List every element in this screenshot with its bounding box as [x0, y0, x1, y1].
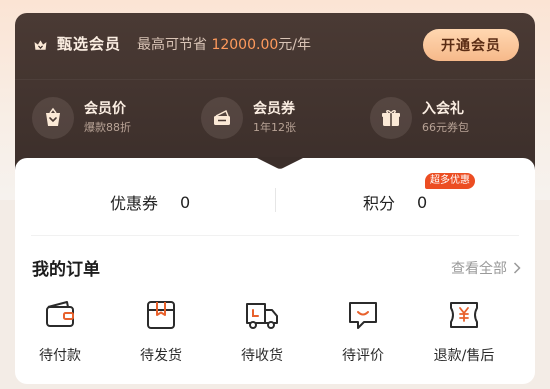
save-unit: 元/年	[278, 37, 311, 53]
heart-bag-icon	[32, 97, 74, 139]
membership-divider	[15, 79, 535, 80]
comment-icon	[349, 302, 377, 329]
order-pending-receipt[interactable]: 待收货	[218, 298, 306, 365]
benefit-join-gift[interactable]: 入会礼 66元券包	[370, 94, 469, 142]
membership-title: 甄选会员	[57, 35, 122, 53]
order-label: 待收货	[241, 348, 283, 364]
stat-divider	[275, 188, 276, 212]
benefit-subtitle: 爆款88折	[84, 121, 131, 134]
points-stat[interactable]: 积分 0	[363, 191, 428, 214]
view-all-label: 查看全部	[451, 261, 507, 277]
coupon-label: 优惠券	[110, 194, 159, 213]
order-refund-aftersale[interactable]: 退款/售后	[420, 298, 508, 365]
save-amount: 12000.00	[211, 37, 279, 53]
points-value: 0	[417, 192, 428, 212]
benefit-title: 入会礼	[422, 101, 464, 117]
gift-box-icon	[370, 97, 412, 139]
order-pending-payment[interactable]: 待付款	[16, 298, 104, 365]
coupon-ticket-icon	[201, 97, 243, 139]
coupon-stat[interactable]: 优惠券 0	[110, 191, 191, 214]
save-prefix: 最高可节省	[137, 37, 207, 53]
card-notch	[255, 157, 305, 169]
wallet-icon	[46, 301, 74, 327]
crown-icon	[34, 40, 47, 50]
refund-icon	[450, 302, 478, 328]
chevron-right-icon	[513, 262, 521, 274]
benefit-subtitle: 66元券包	[422, 121, 469, 134]
view-all-orders-link[interactable]: 查看全部	[451, 258, 521, 278]
orders-title: 我的订单	[32, 260, 100, 280]
truck-icon	[246, 303, 278, 329]
benefit-title: 会员价	[84, 101, 126, 117]
order-label: 待付款	[39, 348, 81, 364]
section-separator	[31, 235, 519, 236]
order-pending-shipment[interactable]: 待发货	[117, 298, 205, 365]
benefit-subtitle: 1年12张	[253, 121, 296, 134]
order-label: 退款/售后	[433, 348, 495, 364]
open-membership-button[interactable]: 开通会员	[423, 29, 519, 61]
order-label: 待评价	[342, 348, 384, 364]
benefit-member-coupon[interactable]: 会员券 1年12张	[201, 94, 296, 142]
order-label: 待发货	[140, 348, 182, 364]
benefit-member-price[interactable]: 会员价 爆款88折	[32, 94, 131, 142]
points-promo-badge: 超多优惠	[425, 173, 475, 189]
points-label: 积分	[363, 194, 396, 213]
coupon-value: 0	[180, 192, 191, 212]
order-pending-review[interactable]: 待评价	[319, 298, 407, 365]
membership-save-text: 最高可节省 12000.00元/年	[137, 34, 311, 54]
benefit-title: 会员券	[253, 101, 295, 117]
user-assets-card: 优惠券 0 积分 0 超多优惠 我的订单 查看全部 待付款 待发货 待收货 待评…	[15, 157, 535, 384]
package-icon	[147, 301, 175, 329]
